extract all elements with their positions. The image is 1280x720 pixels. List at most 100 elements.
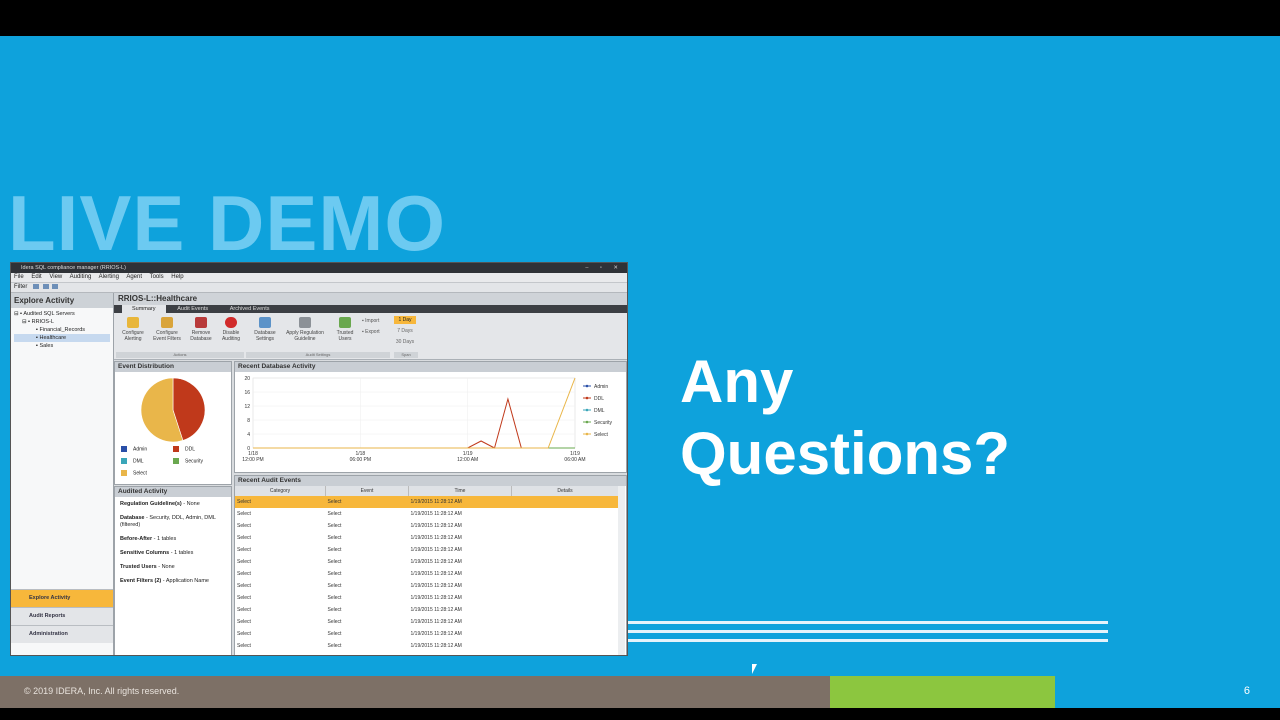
main-pane: RRIOS-L::Healthcare Summary Audit Events… bbox=[114, 293, 627, 655]
column-header[interactable]: Details bbox=[511, 486, 619, 496]
menu-help[interactable]: Help bbox=[171, 274, 183, 280]
menu-alerting[interactable]: Alerting bbox=[99, 274, 119, 280]
tree-node-sales[interactable]: ▪ Sales bbox=[14, 342, 110, 350]
table-cell: 1/19/2015 11:28:12 AM bbox=[410, 511, 462, 517]
table-cell: 1/19/2015 11:28:12 AM bbox=[410, 547, 462, 553]
recent-events-title: Recent Audit Events bbox=[235, 476, 626, 486]
table-row[interactable]: SelectSelect1/19/2015 11:28:12 AM bbox=[235, 568, 619, 580]
footer-blue-band: 6 bbox=[1055, 676, 1280, 708]
audited-activity-title: Audited Activity bbox=[115, 487, 231, 497]
table-row[interactable]: SelectSelect1/19/2015 11:28:12 AM bbox=[235, 616, 619, 628]
events-scrollbar[interactable] bbox=[618, 486, 625, 655]
disable-auditing-button[interactable]: Disable Auditing bbox=[214, 317, 248, 342]
y-tick-label: 16 bbox=[244, 390, 250, 396]
nav-explore-activity[interactable]: Explore Activity bbox=[11, 589, 113, 607]
table-cell: 1/19/2015 11:28:12 AM bbox=[410, 619, 462, 625]
span-7-days[interactable]: 7 Days bbox=[394, 327, 416, 335]
import-button[interactable]: ▪ Import bbox=[362, 318, 379, 324]
live-demo-heading: LIVE DEMO bbox=[8, 179, 447, 267]
table-row[interactable]: SelectSelect1/19/2015 11:28:12 AM bbox=[235, 580, 619, 592]
menu-auditing[interactable]: Auditing bbox=[70, 274, 92, 280]
table-cell bbox=[512, 628, 619, 640]
menu-agent[interactable]: Agent bbox=[126, 274, 142, 280]
apply-regulation-button[interactable]: Apply Regulation Guideline bbox=[282, 317, 328, 342]
legend-label: DML bbox=[594, 408, 605, 414]
table-row[interactable]: SelectSelect1/19/2015 11:28:12 AM bbox=[235, 604, 619, 616]
tab-bar: Summary Audit Events Archived Events bbox=[114, 305, 627, 313]
toolbar-icon[interactable] bbox=[33, 283, 40, 289]
audited-activity-row: Trusted Users - None bbox=[120, 564, 175, 570]
tree-node-financial-records[interactable]: ▪ Financial_Records bbox=[14, 326, 110, 334]
menu-view[interactable]: View bbox=[49, 274, 62, 280]
table-row[interactable]: SelectSelect1/19/2015 11:28:12 AM bbox=[235, 544, 619, 556]
table-cell: Select bbox=[237, 535, 251, 541]
configure-event-filters-button[interactable]: Configure Event Filters bbox=[150, 317, 184, 342]
table-row[interactable]: Select Select 1/19/2015 11:28:12 AM bbox=[235, 508, 619, 520]
tab-summary[interactable]: Summary bbox=[122, 305, 166, 313]
remove-database-button[interactable]: Remove Database bbox=[184, 317, 218, 342]
nav-administration[interactable]: Administration bbox=[11, 625, 113, 643]
table-cell bbox=[512, 532, 619, 544]
table-cell: Select bbox=[237, 631, 251, 637]
table-cell bbox=[512, 604, 619, 616]
trusted-users-button[interactable]: Trusted Users bbox=[328, 317, 362, 342]
table-cell: Select bbox=[327, 523, 342, 529]
tab-audit-events[interactable]: Audit Events bbox=[167, 305, 218, 313]
audited-activity-panel: Audited Activity Regulation Guideline(s)… bbox=[114, 486, 232, 655]
y-tick-label: 8 bbox=[247, 418, 250, 424]
table-cell bbox=[512, 556, 619, 568]
app-title: Idera SQL compliance manager (RRIOS-L) bbox=[21, 265, 126, 271]
span-30-days[interactable]: 30 Days bbox=[394, 338, 416, 346]
column-header[interactable]: Category bbox=[235, 486, 326, 496]
alert-icon bbox=[127, 317, 139, 328]
table-cell: Select bbox=[327, 535, 342, 541]
tree-node-audited-servers[interactable]: ⊟ ▪ Audited SQL Servers bbox=[14, 310, 110, 318]
configure-alerting-button[interactable]: Configure Alerting bbox=[116, 317, 150, 342]
table-row[interactable]: SelectSelect1/19/2015 11:28:12 AM bbox=[235, 592, 619, 604]
table-row[interactable]: SelectSelect1/19/2015 11:28:12 AM bbox=[235, 628, 619, 640]
filter-label[interactable]: Filter bbox=[14, 284, 27, 290]
table-cell bbox=[511, 496, 619, 508]
table-cell: 1/19/2015 11:28:12 AM bbox=[410, 595, 462, 601]
menu-tools[interactable]: Tools bbox=[150, 274, 164, 280]
toolbar-icon[interactable] bbox=[52, 283, 59, 289]
table-row[interactable]: SelectSelect1/19/2015 11:28:12 AM bbox=[235, 532, 619, 544]
menu-file[interactable]: File bbox=[14, 274, 24, 280]
legend-dml: DML bbox=[121, 458, 144, 464]
legend-label: Security bbox=[594, 420, 613, 426]
ribbon-group-span: Span bbox=[394, 352, 418, 358]
table-row[interactable]: SelectSelect1/19/2015 11:28:12 AM bbox=[235, 520, 619, 532]
database-title: RRIOS-L::Healthcare bbox=[114, 293, 627, 305]
table-cell bbox=[512, 520, 619, 532]
x-tick-label: 06:00 PM bbox=[350, 457, 371, 463]
column-header[interactable]: Event bbox=[325, 486, 409, 496]
tab-archived-events[interactable]: Archived Events bbox=[220, 305, 280, 313]
audited-activity-row: Sensitive Columns - 1 tables bbox=[120, 550, 194, 556]
tree-node-healthcare[interactable]: ▪ Healthcare bbox=[14, 334, 110, 342]
table-cell bbox=[512, 616, 619, 628]
table-cell: Select bbox=[327, 511, 342, 517]
table-row[interactable]: SelectSelect1/19/2015 11:28:12 AM bbox=[235, 640, 619, 652]
export-button[interactable]: ▪ Export bbox=[362, 329, 380, 335]
tree-node-server[interactable]: ⊟ ▪ RRIOS-L bbox=[14, 318, 110, 326]
ribbon: Configure Alerting Configure Event Filters… bbox=[114, 313, 627, 360]
questions-line-2: Questions? bbox=[680, 420, 1011, 487]
table-row[interactable]: SelectSelect1/19/2015 11:28:12 AM bbox=[235, 652, 619, 655]
column-header[interactable]: Time bbox=[408, 486, 512, 496]
copyright-text: © 2019 IDERA, Inc. All rights reserved. bbox=[24, 686, 180, 696]
legend-marker bbox=[585, 384, 589, 388]
toolbar-icon[interactable] bbox=[42, 283, 49, 289]
ribbon-group-audit-settings: Audit Settings bbox=[246, 352, 390, 358]
table-cell: Select bbox=[237, 511, 251, 517]
window-controls[interactable]: – ▫ ✕ bbox=[585, 263, 623, 273]
span-1-day[interactable]: 1 Day bbox=[394, 316, 416, 324]
table-row[interactable]: SelectSelect1/19/2015 11:28:12 AM bbox=[235, 496, 619, 508]
table-row[interactable]: SelectSelect1/19/2015 11:28:12 AM bbox=[235, 556, 619, 568]
nav-audit-reports[interactable]: Audit Reports bbox=[11, 607, 113, 625]
legend-marker bbox=[585, 420, 589, 424]
menu-edit[interactable]: Edit bbox=[31, 274, 41, 280]
table-cell: Select bbox=[235, 496, 326, 508]
database-settings-button[interactable]: Database Settings bbox=[248, 317, 282, 342]
audited-activity-row: Regulation Guideline(s) - None bbox=[120, 501, 200, 507]
table-cell: 1/19/2015 11:28:12 AM bbox=[408, 496, 512, 508]
